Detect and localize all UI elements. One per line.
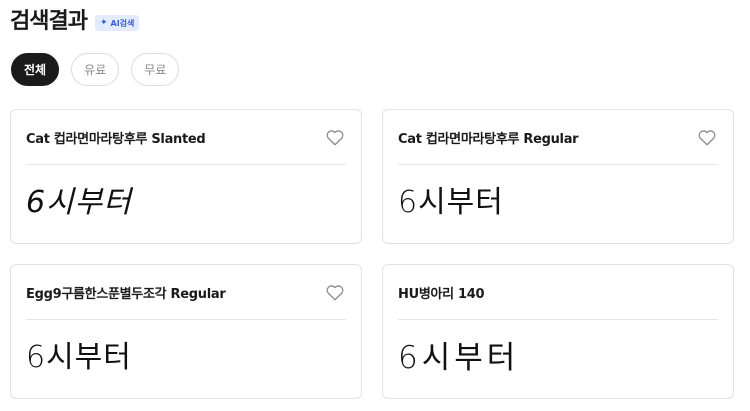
font-card[interactable]: Egg9구름한스푼별두조각 Regular 6시부터 [10, 264, 362, 399]
font-results-grid: Cat 컵라면마라탕후루 Slanted 6시부터 Cat 컵라면마라탕후루 R… [10, 109, 734, 399]
ai-search-label: AI검색 [110, 18, 135, 28]
font-card-header: Cat 컵라면마라탕후루 Regular [398, 110, 718, 165]
ai-search-badge[interactable]: ✦ AI검색 [94, 15, 140, 31]
font-card[interactable]: HU병아리 140 6시부터 [382, 264, 734, 399]
font-preview-text: 6시부터 [26, 340, 132, 375]
search-results-page: 검색결과 ✦ AI검색 전체 유료 무료 Cat 컵라면마라탕후루 Slante… [0, 0, 750, 411]
font-card[interactable]: Cat 컵라면마라탕후루 Slanted 6시부터 [10, 109, 362, 244]
font-preview-text: 6시부터 [26, 185, 132, 220]
heart-icon[interactable] [324, 282, 346, 302]
results-header: 검색결과 ✦ AI검색 [10, 6, 140, 38]
filter-paid[interactable]: 유료 [71, 53, 120, 86]
filter-all[interactable]: 전체 [11, 53, 60, 86]
font-card-header: Cat 컵라면마라탕후루 Slanted [26, 110, 346, 165]
page-title: 검색결과 [10, 9, 88, 34]
font-name: Cat 컵라면마라탕후루 Regular [398, 131, 579, 147]
font-card-header: Egg9구름한스푼별두조각 Regular [26, 265, 346, 320]
font-name: HU병아리 140 [398, 286, 485, 302]
price-filter-tabs: 전체 유료 무료 [11, 53, 180, 86]
font-preview-text: 6시부터 [398, 340, 520, 376]
font-name: Cat 컵라면마라탕후루 Slanted [26, 131, 206, 147]
font-card[interactable]: Cat 컵라면마라탕후루 Regular 6시부터 [382, 109, 734, 244]
heart-icon[interactable] [324, 127, 346, 147]
sparkle-icon: ✦ [99, 17, 108, 28]
heart-icon[interactable] [696, 127, 718, 147]
filter-free[interactable]: 무료 [131, 53, 180, 86]
font-name: Egg9구름한스푼별두조각 Regular [26, 286, 226, 302]
font-preview-text: 6시부터 [398, 185, 504, 220]
font-card-header: HU병아리 140 [398, 265, 718, 320]
